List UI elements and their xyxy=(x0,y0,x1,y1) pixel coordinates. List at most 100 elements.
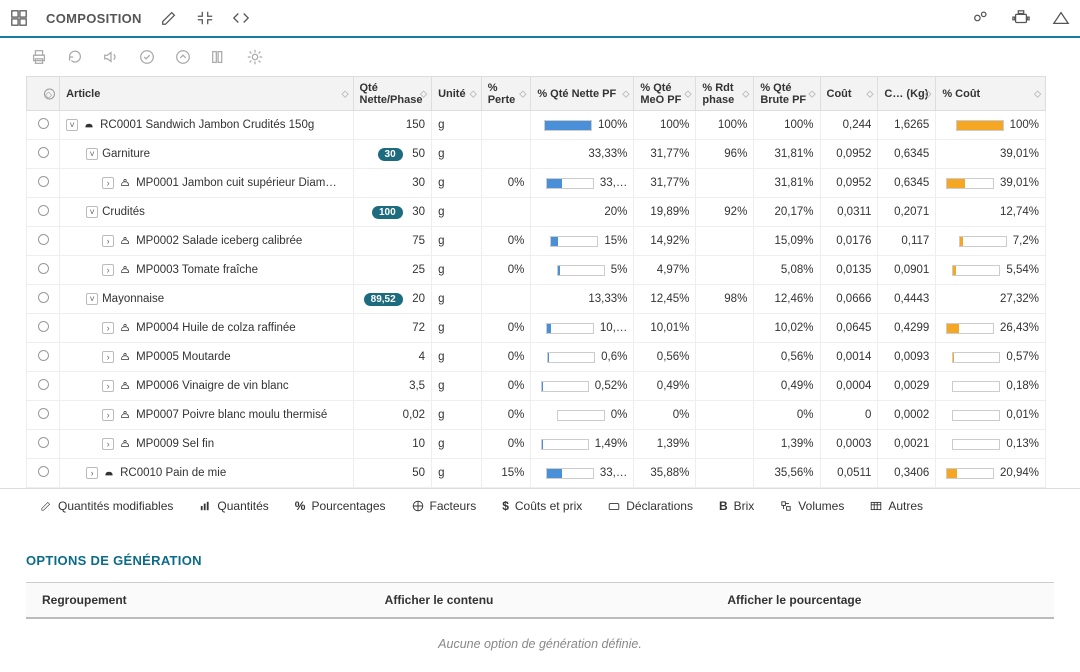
col-unite[interactable]: Unité◇ xyxy=(432,77,482,111)
cell-article[interactable]: ›MP0003 Tomate fraîche xyxy=(60,256,353,285)
gear-icon[interactable] xyxy=(246,48,264,66)
cell-article[interactable]: ›MP0002 Salade iceberg calibrée xyxy=(60,227,353,256)
cell-article[interactable]: ˅Crudités xyxy=(60,198,353,227)
chevron-down-icon[interactable]: ˅ xyxy=(66,119,78,131)
row-select[interactable] xyxy=(27,343,60,372)
cell-article[interactable]: ›RC0010 Pain de mie xyxy=(60,459,353,488)
tab-brix[interactable]: BBrix xyxy=(719,499,754,513)
col-select[interactable]: ◇ xyxy=(27,77,60,111)
tab-couts[interactable]: $Coûts et prix xyxy=(502,499,582,513)
chevron-right-icon[interactable]: › xyxy=(102,351,114,363)
up-circle-icon[interactable] xyxy=(174,48,192,66)
tab-facteurs[interactable]: Facteurs xyxy=(412,499,477,513)
chevron-right-icon[interactable]: › xyxy=(102,380,114,392)
cell-pct-cout: 0,13% xyxy=(936,430,1046,459)
col-qte-nette-phase[interactable]: Qté Nette/Phase◇ xyxy=(353,77,432,111)
cell-unit: g xyxy=(432,198,482,227)
row-select[interactable] xyxy=(27,169,60,198)
refresh-icon[interactable] xyxy=(66,48,84,66)
col-pct-cout[interactable]: % Coût◇ xyxy=(936,77,1046,111)
tab-declarations[interactable]: Déclarations xyxy=(608,499,693,513)
print-icon[interactable] xyxy=(30,48,48,66)
col-rdt-phase[interactable]: % Rdt phase◇ xyxy=(696,77,754,111)
cell-rdt xyxy=(696,314,754,343)
row-select[interactable] xyxy=(27,227,60,256)
row-select[interactable] xyxy=(27,140,60,169)
cell-pct-cout: 0,18% xyxy=(936,372,1046,401)
chevron-right-icon[interactable]: › xyxy=(86,467,98,479)
col-qte-nette-pf[interactable]: % Qté Nette PF◇ xyxy=(531,77,634,111)
tab-autres[interactable]: Autres xyxy=(870,499,923,513)
cell-article[interactable]: ˅ RC0001 Sandwich Jambon Crudités 150g xyxy=(60,111,353,140)
cell-meo: 12,45% xyxy=(634,285,696,314)
col-article[interactable]: Article◇ xyxy=(60,77,353,111)
tab-pourcentages[interactable]: %Pourcentages xyxy=(295,499,386,513)
chevron-down-icon[interactable]: ˅ xyxy=(86,293,98,305)
sound-icon[interactable] xyxy=(102,48,120,66)
code-icon[interactable] xyxy=(232,9,250,27)
article-label: RC0001 Sandwich Jambon Crudités 150g xyxy=(100,119,314,131)
row-select[interactable] xyxy=(27,459,60,488)
row-select[interactable] xyxy=(27,314,60,343)
bar-orange xyxy=(952,265,1000,276)
article-label: MP0009 Sel fin xyxy=(136,438,214,450)
row-select[interactable] xyxy=(27,111,60,140)
cell-article[interactable]: ˅ Mayonnaise xyxy=(60,285,353,314)
row-select[interactable] xyxy=(27,256,60,285)
chevron-down-icon[interactable]: ˅ xyxy=(86,148,98,160)
chevron-right-icon[interactable]: › xyxy=(102,235,114,247)
cell-pct-cout: 26,43% xyxy=(936,314,1046,343)
tab-quantites[interactable]: Quantités xyxy=(199,499,268,513)
row-select[interactable] xyxy=(27,372,60,401)
chevron-right-icon[interactable]: › xyxy=(102,409,114,421)
footer-tabs: Quantités modifiables Quantités %Pourcen… xyxy=(0,488,1080,523)
col-cout-kg[interactable]: C… (Kg)◇ xyxy=(878,77,936,111)
col-qte-meo-pf[interactable]: % Qté MeO PF◇ xyxy=(634,77,696,111)
cell-article[interactable]: › MP0009 Sel fin xyxy=(60,430,353,459)
row-select[interactable] xyxy=(27,401,60,430)
tab-volumes[interactable]: Volumes xyxy=(780,499,844,513)
cell-article[interactable]: ›MP0006 Vinaigre de vin blanc xyxy=(60,372,353,401)
recipe-icon xyxy=(102,467,116,479)
cell-cout-kg: 0,6345 xyxy=(878,140,936,169)
page-title: COMPOSITION xyxy=(46,11,142,26)
cell-meo: 31,77% xyxy=(634,140,696,169)
cell-article[interactable]: ›MP0004 Huile de colza raffinée xyxy=(60,314,353,343)
cell-nette-pf: 0,52% xyxy=(531,372,634,401)
table-row: ˅Garniture30 50g33,33%31,77%96%31,81%0,0… xyxy=(27,140,1046,169)
cell-article[interactable]: ›MP0007 Poivre blanc moulu thermisé xyxy=(60,401,353,430)
cell-cout: 0,0004 xyxy=(820,372,878,401)
chevron-right-icon[interactable]: › xyxy=(102,322,114,334)
pencil-icon[interactable] xyxy=(160,9,178,27)
cell-meo: 10,01% xyxy=(634,314,696,343)
cell-cout: 0,0511 xyxy=(820,459,878,488)
cell-unit: g xyxy=(432,227,482,256)
triangle-up-icon[interactable] xyxy=(1052,9,1070,27)
bar-blue xyxy=(546,178,594,189)
col-perte[interactable]: % Perte◇ xyxy=(481,77,531,111)
cell-brute: 0% xyxy=(754,401,820,430)
tab-quantites-modifiables[interactable]: Quantités modifiables xyxy=(40,499,173,513)
robot-icon[interactable] xyxy=(1012,9,1030,27)
check-circle-icon[interactable] xyxy=(138,48,156,66)
chevron-right-icon[interactable]: › xyxy=(102,177,114,189)
cell-article[interactable]: ›MP0005 Moutarde xyxy=(60,343,353,372)
col-cout[interactable]: Coût◇ xyxy=(820,77,878,111)
row-select[interactable] xyxy=(27,285,60,314)
cell-article[interactable]: ˅Garniture xyxy=(60,140,353,169)
col-qte-brute-pf[interactable]: % Qté Brute PF◇ xyxy=(754,77,820,111)
chevron-down-icon[interactable]: ˅ xyxy=(86,206,98,218)
cell-nette-pf: 33,… xyxy=(531,169,634,198)
cell-article[interactable]: ›MP0001 Jambon cuit supérieur Diam… xyxy=(60,169,353,198)
notification-icon[interactable] xyxy=(972,9,990,27)
grid-icon[interactable] xyxy=(10,9,28,27)
chevron-right-icon[interactable]: › xyxy=(102,264,114,276)
chevron-right-icon[interactable]: › xyxy=(102,438,114,450)
row-select[interactable] xyxy=(27,430,60,459)
columns-icon[interactable] xyxy=(210,48,228,66)
collapse-icon[interactable] xyxy=(196,9,214,27)
article-label: Mayonnaise xyxy=(102,293,164,305)
row-select[interactable] xyxy=(27,198,60,227)
cell-brute: 31,81% xyxy=(754,169,820,198)
gen-col-contenu: Afficher le contenu xyxy=(369,583,712,617)
